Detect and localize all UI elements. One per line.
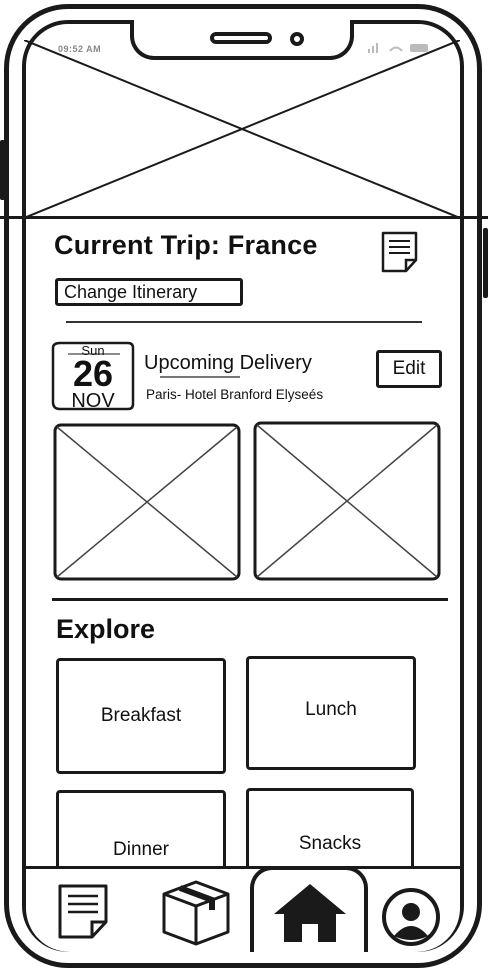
delivery-image-placeholder-2[interactable]	[252, 420, 442, 582]
signal-icon	[368, 43, 378, 53]
status-time: 09:52 AM	[58, 44, 102, 54]
nav-profile-icon[interactable]	[380, 886, 442, 948]
hero-divider	[0, 216, 488, 219]
explore-divider	[52, 598, 448, 601]
section-divider	[66, 321, 422, 323]
edit-delivery-button[interactable]: Edit	[376, 350, 442, 388]
category-breakfast[interactable]: Breakfast	[56, 658, 226, 774]
explore-title: Explore	[56, 614, 156, 644]
trip-title: Current Trip: France	[54, 230, 318, 260]
bottom-nav-divider	[26, 866, 460, 869]
speaker-grill	[210, 32, 272, 44]
category-label: Lunch	[305, 699, 357, 720]
delivery-address: Paris- Hotel Branford Elyseés	[146, 387, 324, 402]
delivery-title-underline	[160, 376, 240, 378]
battery-icon	[410, 44, 428, 52]
nav-document-icon[interactable]	[56, 882, 112, 942]
delivery-title: Upcoming Delivery	[144, 352, 312, 374]
side-button-left	[0, 140, 5, 200]
category-label: Snacks	[298, 833, 362, 854]
category-lunch[interactable]: Lunch	[246, 656, 416, 770]
change-itinerary-button[interactable]: Change Itinerary	[55, 278, 243, 306]
itinerary-document-icon[interactable]	[380, 230, 420, 274]
delivery-image-placeholder-1[interactable]	[52, 422, 242, 582]
wifi-icon	[389, 46, 403, 52]
nav-package-icon[interactable]	[158, 876, 234, 946]
category-label: Breakfast	[100, 705, 182, 726]
front-camera	[290, 32, 304, 46]
side-button-right	[483, 228, 488, 298]
delivery-day: 26	[72, 353, 114, 394]
category-label: Dinner	[113, 839, 169, 860]
delivery-month: NOV	[71, 390, 115, 412]
status-icons	[368, 43, 428, 53]
hero-image-placeholder	[24, 40, 460, 218]
nav-home-icon[interactable]	[270, 880, 350, 944]
